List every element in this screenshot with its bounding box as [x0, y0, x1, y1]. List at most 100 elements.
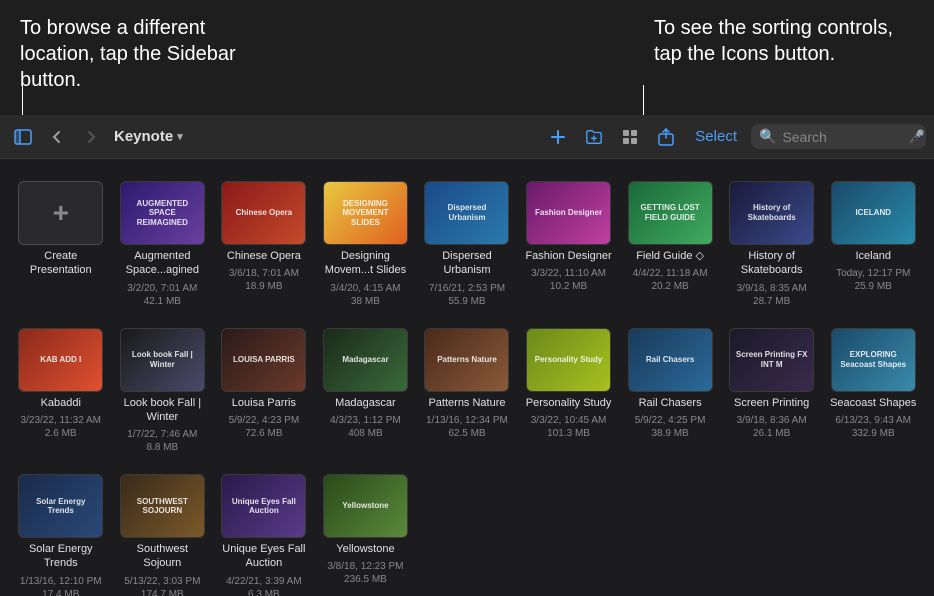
file-thumb-augmented: AUGMENTED SPACE REIMAGINED: [120, 181, 205, 245]
thumb-text-madagascar: Madagascar: [338, 351, 392, 369]
create-plus-icon: +: [53, 199, 69, 227]
toolbar-right: Select 🔍 🎤: [543, 124, 926, 150]
thumb-text-lookbook: Look book Fall | Winter: [121, 346, 204, 373]
icons-button[interactable]: [615, 124, 645, 150]
search-icon: 🔍: [759, 128, 776, 145]
file-name-augmented: Augmented Space...agined: [118, 249, 208, 278]
file-name-rail: Rail Chasers: [639, 396, 702, 410]
file-meta-southwest: 5/13/22, 3:03 PM174.7 MB: [124, 575, 200, 596]
breadcrumb-label: Keynote: [114, 128, 173, 145]
file-meta-lookbook: 1/7/22, 7:46 AM8.8 MB: [127, 428, 197, 454]
thumb-text-rail: Rail Chasers: [642, 351, 698, 369]
new-folder-button[interactable]: [579, 124, 609, 150]
file-name-seacoast: Seacoast Shapes: [830, 396, 916, 410]
file-item-history-skate[interactable]: History of SkateboardsHistory of Skatebo…: [723, 175, 821, 314]
file-item-fashion[interactable]: Fashion Designer Fashion Designer 3/3/22, …: [520, 175, 618, 314]
file-item-solar[interactable]: Solar Energy Trends Solar Energy Trends 1/…: [12, 468, 110, 596]
file-item-create[interactable]: +Create Presentation: [12, 175, 110, 314]
thumb-text-kabaddi: KAB ADD I: [36, 351, 85, 369]
file-item-field-guide[interactable]: GETTING LOST FIELD GUIDEField Guide ◇4/4…: [621, 175, 719, 314]
file-name-lookbook: Look book Fall | Winter: [118, 396, 208, 425]
file-item-rail[interactable]: Rail Chasers Rail Chasers 5/9/22, 4:25 PM3…: [621, 322, 719, 461]
file-thumb-yellowstone: Yellowstone: [323, 474, 408, 538]
file-name-fashion: Fashion Designer: [525, 249, 611, 263]
file-meta-rail: 5/9/22, 4:25 PM38.9 MB: [635, 414, 706, 440]
file-thumb-designing: DESIGNING MOVEMENT SLIDES: [323, 181, 408, 245]
select-button[interactable]: Select: [687, 124, 745, 149]
file-meta-unique: 4/22/21, 3:39 AM6.3 MB: [226, 575, 302, 596]
breadcrumb: Keynote ▾: [114, 128, 183, 145]
file-meta-solar: 1/13/16, 12:10 PM17.4 MB: [20, 575, 102, 596]
file-thumb-kabaddi: KAB ADD I: [18, 328, 103, 392]
file-grid: +Create PresentationAUGMENTED SPACE REIM…: [12, 175, 922, 596]
file-meta-chinese-opera: 3/6/18, 7:01 AM18.9 MB: [229, 267, 299, 293]
file-meta-seacoast: 6/13/23, 9:43 AM332.9 MB: [835, 414, 911, 440]
file-thumb-field-guide: GETTING LOST FIELD GUIDE: [628, 181, 713, 245]
file-item-yellowstone[interactable]: YellowstoneYellowstone3/8/18, 12:23 PM23…: [317, 468, 415, 596]
file-thumb-rail: Rail Chasers: [628, 328, 713, 392]
file-thumb-screen: Screen Printing FX INT M: [729, 328, 814, 392]
file-meta-louisa: 5/9/22, 4:23 PM72.6 MB: [229, 414, 300, 440]
file-name-kabaddi: Kabaddi: [41, 396, 81, 410]
file-name-solar: Solar Energy Trends: [16, 542, 106, 571]
file-meta-fashion: 3/3/22, 11:10 AM10.2 MB: [531, 267, 606, 293]
search-input[interactable]: [782, 129, 902, 145]
file-meta-yellowstone: 3/8/18, 12:23 PM236.5 MB: [327, 560, 403, 586]
forward-button[interactable]: [76, 124, 106, 150]
chevron-down-icon: ▾: [177, 130, 183, 143]
file-name-southwest: Southwest Sojourn: [118, 542, 208, 571]
file-item-madagascar[interactable]: MadagascarMadagascar4/3/23, 1:12 PM408 M…: [317, 322, 415, 461]
thumb-text-iceland: ICELAND: [851, 204, 895, 222]
file-name-chinese-opera: Chinese Opera: [227, 249, 301, 263]
search-bar: 🔍 🎤: [751, 124, 926, 149]
file-meta-designing: 3/4/20, 4:15 AM38 MB: [330, 282, 400, 308]
file-thumb-fashion: Fashion Designer: [526, 181, 611, 245]
file-meta-history-skate: 3/9/18, 8:35 AM28.7 MB: [737, 282, 807, 308]
thumb-text-field-guide: GETTING LOST FIELD GUIDE: [629, 199, 712, 226]
thumb-text-yellowstone: Yellowstone: [338, 497, 392, 515]
thumb-text-southwest: SOUTHWEST SOJOURN: [121, 493, 204, 520]
file-item-kabaddi[interactable]: KAB ADD IKabaddi3/23/22, 11:32 AM2.6 MB: [12, 322, 110, 461]
file-thumb-unique: Unique Eyes Fall Auction: [221, 474, 306, 538]
share-button[interactable]: [651, 124, 681, 150]
file-item-seacoast[interactable]: EXPLORING Seacoast Shapes Seacoast Shapes…: [824, 322, 922, 461]
file-thumb-iceland: ICELAND: [831, 181, 916, 245]
thumb-text-louisa: LOUISA PARRIS: [229, 351, 299, 369]
file-item-southwest[interactable]: SOUTHWEST SOJOURN Southwest Sojourn 5/13/2…: [114, 468, 212, 596]
file-item-iceland[interactable]: ICELANDIcelandToday, 12:17 PM25.9 MB: [824, 175, 922, 314]
file-grid-container: +Create PresentationAUGMENTED SPACE REIM…: [0, 159, 934, 596]
annotation-right: To see the sorting controls, tap the Ico…: [654, 10, 914, 67]
file-thumb-madagascar: Madagascar: [323, 328, 408, 392]
microphone-icon[interactable]: 🎤: [908, 129, 924, 145]
file-item-lookbook[interactable]: Look book Fall | Winter Look book Fall | …: [114, 322, 212, 461]
file-name-unique: Unique Eyes Fall Auction: [219, 542, 309, 571]
file-name-patterns: Patterns Nature: [428, 396, 505, 410]
thumb-text-solar: Solar Energy Trends: [19, 493, 102, 520]
file-item-chinese-opera[interactable]: Chinese Opera Chinese Opera 3/6/18, 7:01 A…: [215, 175, 313, 314]
breadcrumb-keynote[interactable]: Keynote ▾: [114, 128, 183, 145]
file-item-patterns[interactable]: Patterns NaturePatterns Nature1/13/16, 1…: [418, 322, 516, 461]
thumb-text-screen: Screen Printing FX INT M: [730, 346, 813, 373]
file-thumb-louisa: LOUISA PARRIS: [221, 328, 306, 392]
file-item-louisa[interactable]: LOUISA PARRIS Louisa Parris 5/9/22, 4:23 P…: [215, 322, 313, 461]
sidebar-toggle-button[interactable]: [8, 124, 38, 150]
file-item-personality[interactable]: Personality StudyPersonality Study3/3/22…: [520, 322, 618, 461]
file-meta-field-guide: 4/4/22, 11:18 AM20.2 MB: [633, 267, 708, 293]
file-name-personality: Personality Study: [526, 396, 612, 410]
file-item-screen[interactable]: Screen Printing FX INT MScreen Printing3…: [723, 322, 821, 461]
file-meta-personality: 3/3/22, 10:45 AM101.3 MB: [531, 414, 607, 440]
file-name-screen: Screen Printing: [734, 396, 809, 410]
add-button[interactable]: [543, 124, 573, 150]
thumb-text-chinese-opera: Chinese Opera: [232, 204, 296, 222]
file-thumb-seacoast: EXPLORING Seacoast Shapes: [831, 328, 916, 392]
file-name-dispersed: Dispersed Urbanism: [422, 249, 512, 278]
file-item-unique[interactable]: Unique Eyes Fall Auction Unique Eyes Fall…: [215, 468, 313, 596]
file-item-dispersed[interactable]: Dispersed UrbanismDispersed Urbanism7/16…: [418, 175, 516, 314]
file-item-designing[interactable]: DESIGNING MOVEMENT SLIDESDesigning Movem…: [317, 175, 415, 314]
file-item-augmented[interactable]: AUGMENTED SPACE REIMAGINED Augmented Spac…: [114, 175, 212, 314]
file-name-history-skate: History of Skateboards: [727, 249, 817, 278]
toolbar: Keynote ▾: [0, 115, 934, 159]
file-name-louisa: Louisa Parris: [232, 396, 296, 410]
thumb-text-augmented: AUGMENTED SPACE REIMAGINED: [121, 195, 204, 232]
back-button[interactable]: [42, 124, 72, 150]
